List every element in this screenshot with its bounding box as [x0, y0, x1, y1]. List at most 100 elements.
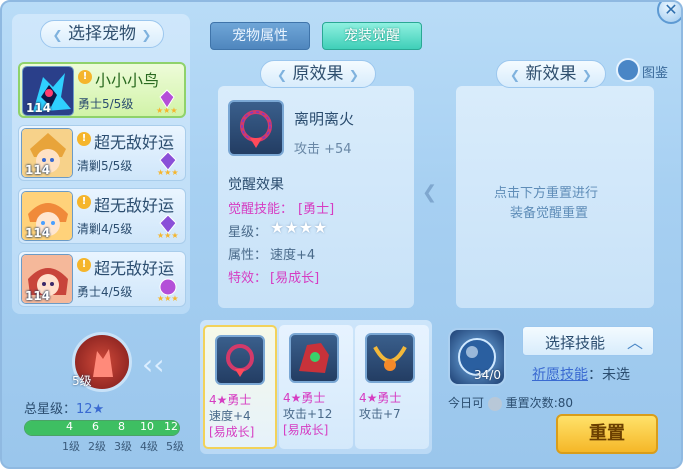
- original-effect-title-text: 原效果: [292, 64, 344, 84]
- today-label: 今日可: [448, 396, 485, 410]
- total-stars-value: 12★: [76, 402, 105, 417]
- total-stars-label: 总星级：: [24, 402, 77, 417]
- star-level-label: 星级：: [228, 225, 268, 240]
- original-effect-panel: 离明离火 攻击 +54 觉醒效果 觉醒技能： [勇士] 星级： ★★★★ 属性：…: [218, 86, 414, 308]
- pet-avatar: 114: [21, 191, 73, 241]
- select-skill-label: 选择技能: [545, 334, 606, 352]
- necklace-icon: [240, 110, 272, 148]
- special-effect-label: 特效：: [228, 271, 268, 286]
- awaken-effect-title: 觉醒效果: [228, 177, 284, 193]
- awaken-option-card[interactable]: 4★勇士 攻击+12 [易成长]: [279, 325, 353, 449]
- close-button[interactable]: ✕: [657, 2, 681, 24]
- progress-tick: 10: [140, 420, 154, 433]
- info-icon[interactable]: !: [77, 195, 91, 209]
- chevron-up-icon: ︿: [626, 333, 643, 352]
- awaken-option-card[interactable]: 4★勇士 速度+4 [易成长]: [203, 325, 277, 449]
- wish-orb[interactable]: 34/0: [448, 328, 506, 386]
- progress-tick: 8: [118, 420, 125, 433]
- awaken-skill-label: 觉醒技能：: [228, 202, 294, 217]
- pet-list-panel: ❮ 选择宠物 ❯ 114 ! 小小小鸟 勇士5/5级 ★★★ 114 ! 超无敌…: [12, 14, 190, 314]
- pet-level: 114: [25, 289, 51, 303]
- dragon-amulet-icon: [299, 343, 329, 373]
- card-stat: 速度+4: [209, 409, 251, 423]
- new-effect-title-text: 新效果: [525, 64, 577, 84]
- info-icon[interactable]: !: [77, 258, 91, 272]
- wish-skill-row: 祈愿技能：未选: [532, 364, 630, 384]
- wish-skill-label[interactable]: 祈愿技能: [532, 367, 588, 383]
- gold-necklace-icon: [373, 346, 407, 371]
- swap-arrow-icon: ❮: [422, 182, 438, 203]
- star-level-stars: ★★★★: [270, 218, 328, 237]
- level-label: 2级: [88, 440, 106, 453]
- new-effect-panel: 点击下方重置进行 装备觉醒重置: [456, 86, 654, 308]
- level-label: 5级: [166, 440, 184, 453]
- pet-list-item[interactable]: 114 ! 超无敌好运 清剿5/5级 ★★★: [18, 125, 186, 181]
- pet-class-level: 清剿4/5级: [77, 222, 133, 236]
- equipment-slot: [289, 333, 339, 383]
- card-stat: 攻击+12: [283, 407, 333, 421]
- title-deco-right-icon: ❯: [348, 68, 359, 82]
- title-deco-left-icon: ❮: [510, 68, 521, 82]
- daily-reset-info: 今日可 重置次数:80: [448, 394, 573, 411]
- pet-class-level: 勇士4/5级: [77, 285, 133, 299]
- new-effect-hint-line2: 装备觉醒重置: [510, 206, 589, 221]
- level-label: 4级: [140, 440, 158, 453]
- title-deco-right-icon: ❯: [141, 28, 152, 42]
- reset-count-label: 重置次数: [505, 396, 554, 410]
- info-icon[interactable]: !: [78, 70, 92, 84]
- title-deco-right-icon: ❯: [581, 68, 592, 82]
- tab-pet-attributes[interactable]: 宠物属性: [210, 22, 310, 50]
- new-effect-hint-line1: 点击下方重置进行: [494, 186, 599, 201]
- codex-button[interactable]: 图鉴: [616, 58, 672, 84]
- svg-text:★★★: ★★★: [157, 294, 179, 302]
- card-effect: [易成长]: [283, 423, 329, 437]
- wish-skill-value: ：未选: [588, 367, 630, 383]
- awaken-skill-value: [勇士]: [298, 202, 335, 217]
- awaken-option-card[interactable]: 4★勇士 攻击+7: [355, 325, 429, 449]
- svg-text:★★★: ★★★: [157, 231, 179, 239]
- pet-level: 114: [26, 101, 52, 115]
- codex-book-icon: [616, 58, 640, 82]
- progress-tick: 4: [66, 420, 73, 433]
- rank-badge-icon: ★★★: [157, 278, 179, 302]
- equipment-slot[interactable]: [228, 100, 284, 156]
- total-stars: 总星级：12★: [24, 398, 104, 417]
- pet-name: 小小小鸟: [95, 71, 160, 90]
- pet-list-item[interactable]: 114 ! 超无敌好运 勇士4/5级 ★★★: [18, 251, 186, 307]
- level-label: 1级: [62, 440, 80, 453]
- level-labels: 1级 2级 3级 4级 5级: [24, 438, 184, 453]
- attribute-value: 速度+4: [270, 248, 316, 263]
- card-rank: 4★勇士: [209, 393, 252, 407]
- card-rank: 4★勇士: [359, 391, 402, 405]
- equipment-slot: [365, 333, 415, 383]
- original-effect-title: ❮ 原效果 ❯: [260, 60, 376, 88]
- level-label: 3级: [114, 440, 132, 453]
- svg-text:★★★: ★★★: [156, 106, 178, 114]
- svg-text:★★★: ★★★: [157, 168, 179, 176]
- pet-avatar: 114: [21, 254, 73, 304]
- reset-count-value: :80: [553, 396, 573, 410]
- card-effect: [易成长]: [209, 425, 255, 439]
- equipment-slot: [215, 335, 265, 385]
- tab-equipment-awaken[interactable]: 宠装觉醒: [322, 22, 422, 50]
- pet-avatar: 114: [22, 66, 74, 116]
- pet-level-badge: 5级: [72, 374, 92, 388]
- select-skill-dropdown[interactable]: 选择技能 ︿: [522, 326, 654, 356]
- pet-list-title-text: 选择宠物: [68, 24, 136, 44]
- pet-level: 114: [25, 226, 51, 240]
- card-rank: 4★勇士: [283, 391, 326, 405]
- orb-count: 34/0: [474, 368, 501, 382]
- card-stat: 攻击+7: [359, 407, 401, 421]
- pet-class-level: 勇士5/5级: [78, 97, 134, 111]
- pet-list-item[interactable]: 114 ! 小小小鸟 勇士5/5级 ★★★: [18, 62, 186, 118]
- pet-avatar: 114: [21, 128, 73, 178]
- info-icon[interactable]: !: [77, 132, 91, 146]
- equipment-name: 离明离火: [294, 110, 355, 128]
- progress-ticks: 4 6 8 10 12: [24, 420, 180, 436]
- pet-list-item[interactable]: 114 ! 超无敌好运 清剿4/5级 ★★★: [18, 188, 186, 244]
- title-deco-left-icon: ❮: [52, 28, 63, 42]
- pet-class-level: 清剿5/5级: [77, 159, 133, 173]
- new-effect-title: ❮ 新效果 ❯: [496, 60, 606, 88]
- reset-button[interactable]: 重置: [556, 414, 658, 454]
- codex-label: 图鉴: [642, 66, 669, 81]
